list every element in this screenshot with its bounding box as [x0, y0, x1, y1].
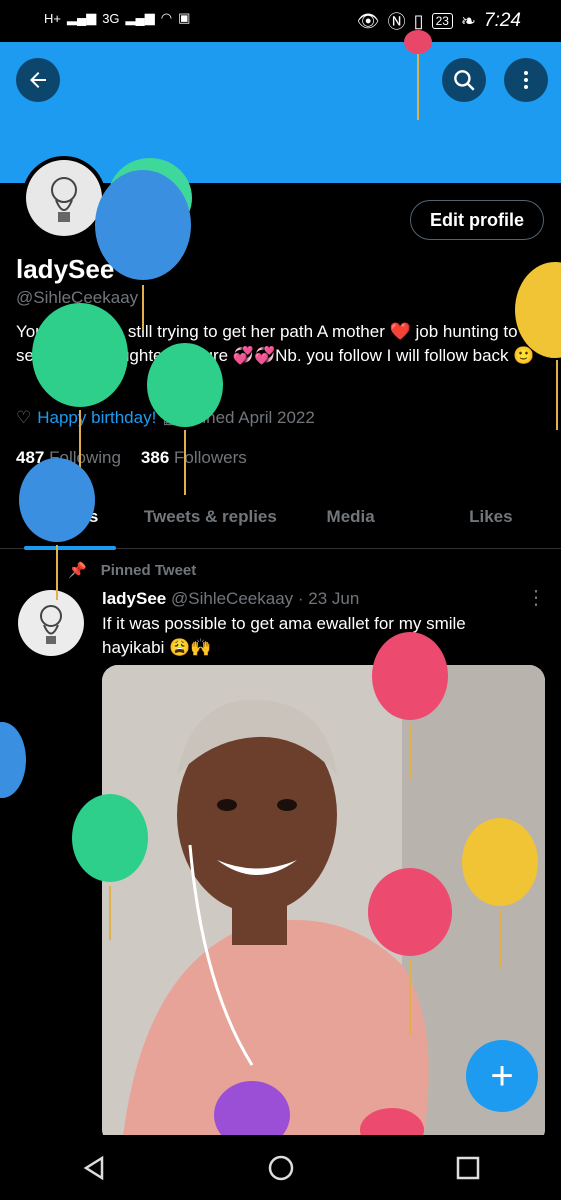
profile-meta: ♡ Happy birthday! ▦ Joined April 2022	[16, 408, 315, 428]
tweet-author-name[interactable]: ladySee	[102, 589, 166, 608]
screen-icon: ▣	[178, 10, 191, 25]
signal-1: H+	[44, 10, 61, 26]
joined-date: Joined April 2022	[184, 408, 315, 427]
tab-media[interactable]: Media	[281, 496, 421, 548]
status-signals: H+ ▂▄▆ 3G ▂▄▆ ◠ ▣	[44, 10, 190, 26]
back-button[interactable]	[16, 58, 60, 102]
pin-icon: 📌	[68, 562, 87, 579]
arrow-left-icon	[30, 72, 46, 88]
follow-stats: 487 Following 386 Followers	[16, 448, 247, 468]
followers-label: Followers	[174, 448, 247, 467]
vibrate-icon: ▯	[413, 10, 424, 31]
signal-2: 3G	[102, 10, 120, 26]
system-nav-bar	[0, 1135, 561, 1200]
profile-avatar[interactable]	[22, 156, 106, 240]
more-vertical-icon	[524, 71, 528, 89]
tab-tweets[interactable]: Tweets	[0, 496, 140, 550]
profile-handle: @SihleCeekaay	[16, 288, 139, 307]
calendar-icon: ▦	[162, 408, 179, 427]
tweet-date: · 23 Jun	[297, 589, 360, 608]
status-right: 👁 Ⓝ ▯ 23 ❧ 7:24	[357, 8, 521, 34]
tab-likes[interactable]: Likes	[421, 496, 561, 548]
rose-bulb-illustration-small	[40, 605, 62, 644]
edit-profile-button[interactable]: Edit profile	[410, 200, 544, 240]
signal-bars-icon-2: ▂▄▆	[125, 10, 155, 25]
back-triangle-icon[interactable]	[80, 1154, 108, 1182]
more-button[interactable]	[504, 58, 548, 102]
leaf-icon: ❧	[460, 10, 477, 31]
status-bar: H+ ▂▄▆ 3G ▂▄▆ ◠ ▣ 👁 Ⓝ ▯ 23 ❧ 7:24	[0, 0, 561, 42]
followers-count: 386	[140, 448, 170, 467]
search-icon	[454, 70, 475, 91]
eye-icon: 👁	[356, 10, 380, 31]
pinned-label: Pinned Tweet	[100, 561, 197, 579]
profile-tabs: Tweets Tweets & replies Media Likes	[0, 496, 561, 550]
battery-level: 23	[431, 13, 453, 29]
compose-tweet-button[interactable]: +	[466, 1040, 538, 1112]
tweet-avatar[interactable]	[18, 590, 84, 656]
profile-name: ladySee	[16, 254, 115, 284]
following-label: Following	[49, 448, 121, 467]
search-button[interactable]	[442, 58, 486, 102]
recents-square-icon[interactable]	[454, 1154, 482, 1182]
rose-bulb-illustration	[51, 177, 77, 222]
followers-link[interactable]: 386 Followers	[141, 448, 247, 468]
profile-bio: Young woman still trying to get her path…	[16, 322, 535, 365]
home-circle-icon[interactable]	[267, 1154, 295, 1182]
birthday-link[interactable]: Happy birthday!	[37, 408, 156, 428]
tweet-author-handle: @SihleCeekaay	[171, 589, 294, 608]
signal-bars-icon: ▂▄▆	[66, 10, 97, 25]
wifi-icon: ◠	[160, 10, 173, 25]
tweet-header: ladySee @SihleCeekaay · 23 Jun	[102, 589, 359, 609]
following-link[interactable]: 487 Following	[16, 448, 121, 468]
balloon-icon: ♡	[16, 408, 32, 427]
clock: 7:24	[484, 10, 521, 31]
nfc-icon: Ⓝ	[387, 12, 406, 32]
pinned-indicator: 📌 Pinned Tweet	[68, 561, 197, 580]
following-count: 487	[16, 448, 45, 467]
plus-icon: +	[490, 1053, 514, 1098]
balloon-blue-left-edge	[0, 722, 26, 798]
tweet-text: If it was possible to get ama ewallet fo…	[102, 614, 466, 657]
tweet-more-icon[interactable]: ⋮	[526, 585, 546, 610]
tab-tweets-replies[interactable]: Tweets & replies	[140, 496, 280, 548]
